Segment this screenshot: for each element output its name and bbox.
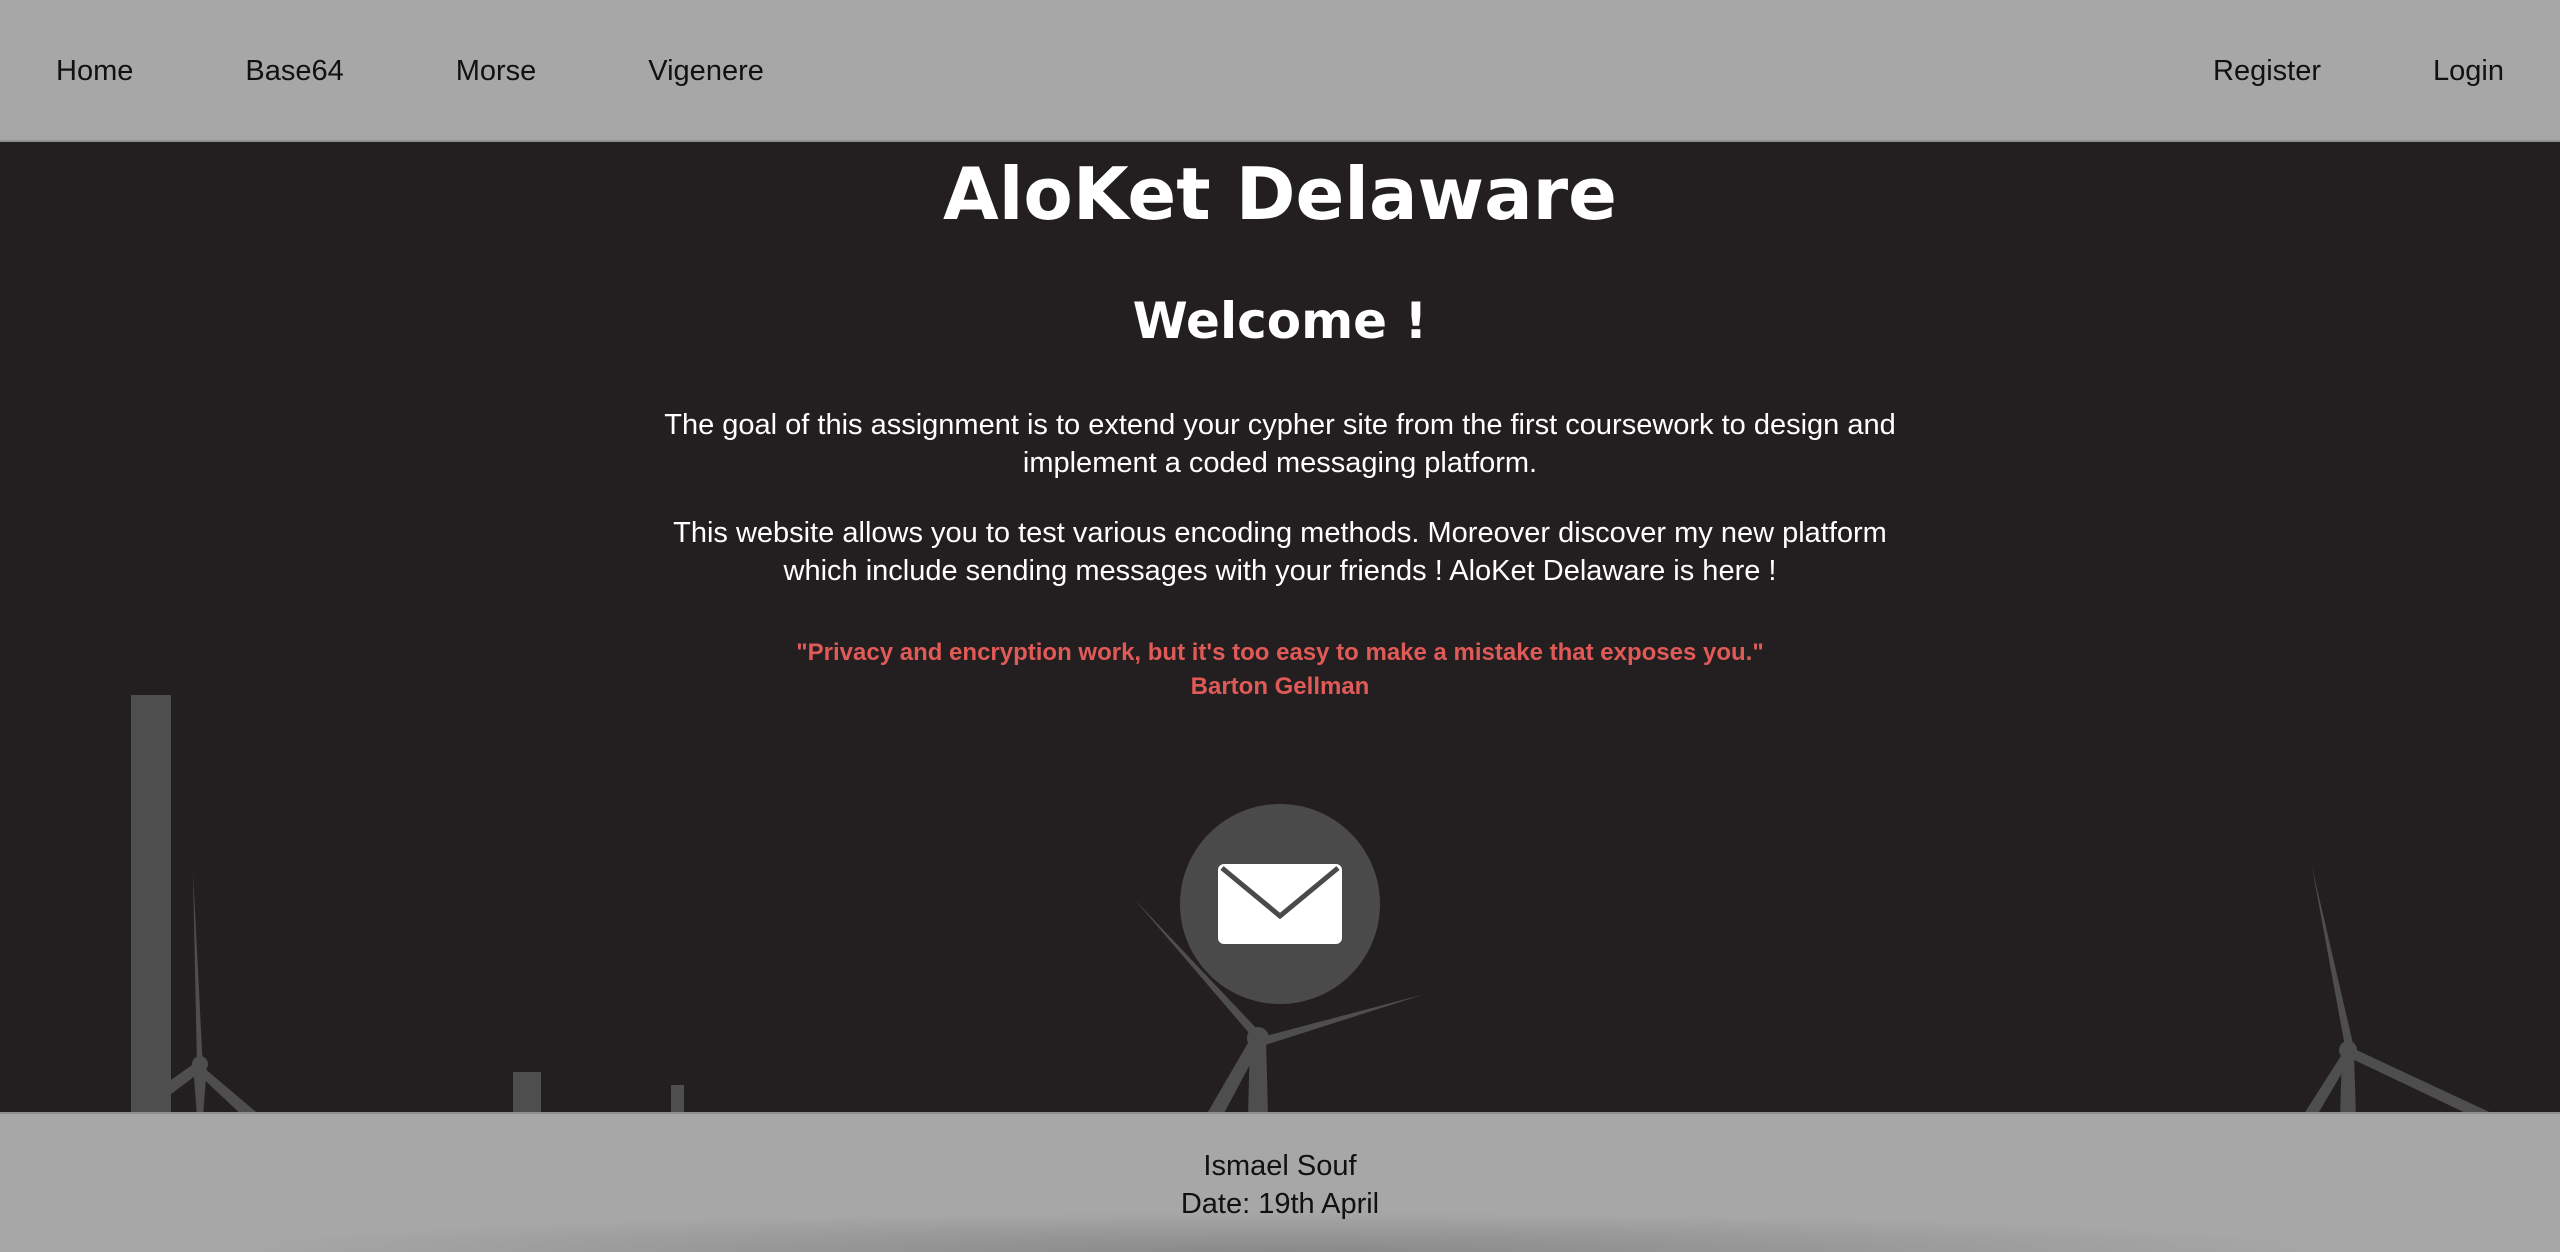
nav-link-vigenere[interactable]: Vigenere	[648, 55, 764, 88]
footer-author: Ismael Souf	[1203, 1150, 1357, 1182]
messages-button[interactable]	[1180, 804, 1380, 1004]
welcome-heading: Welcome !	[1132, 292, 1428, 350]
nav-link-base64[interactable]: Base64	[245, 55, 343, 88]
nav-link-register[interactable]: Register	[2213, 55, 2321, 88]
intro-paragraph-1: The goal of this assignment is to extend…	[664, 409, 1896, 479]
nav-link-login[interactable]: Login	[2433, 55, 2504, 88]
footer-date: Date: 19th April	[1180, 1188, 1380, 1220]
quote-text: "Privacy and encryption work, but it's t…	[796, 639, 1764, 666]
nav-right-group: Register Login	[2213, 0, 2560, 142]
quote-author: Barton Gellman	[1190, 673, 1370, 700]
page-footer: Ismael Souf Date: 19th April	[0, 1112, 2560, 1252]
nav-link-home[interactable]: Home	[56, 55, 133, 88]
nav-link-morse[interactable]: Morse	[456, 55, 537, 88]
envelope-icon	[1218, 864, 1342, 944]
main-content: AloKet Delaware Welcome ! The goal of th…	[0, 142, 2560, 1112]
nav-left-group: Home Base64 Morse Vigenere	[0, 0, 764, 142]
site-title: AloKet Delaware	[942, 152, 1617, 236]
intro-paragraph-2: This website allows you to test various …	[673, 517, 1887, 587]
top-navbar: Home Base64 Morse Vigenere Register Logi…	[0, 0, 2560, 142]
